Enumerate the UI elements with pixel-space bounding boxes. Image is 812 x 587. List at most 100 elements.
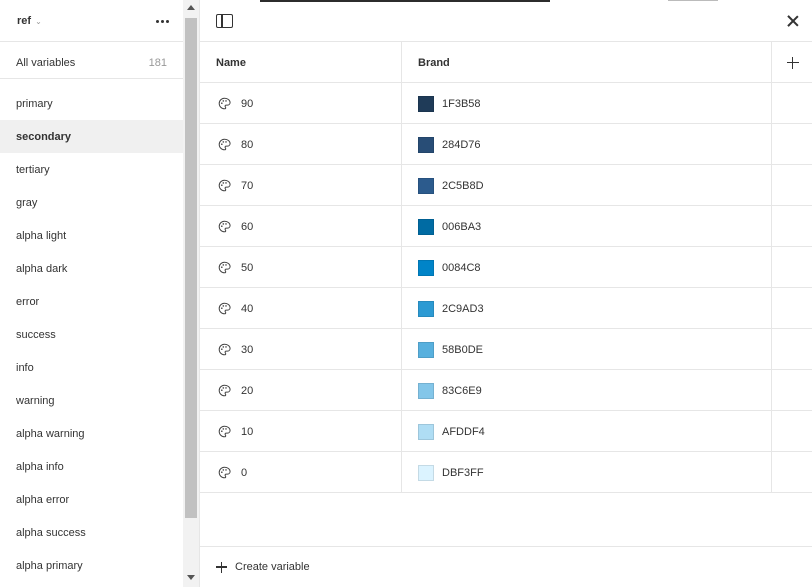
sidebar-item-group[interactable]: alpha success <box>0 516 183 549</box>
empty-cell <box>772 83 812 124</box>
variable-name-cell[interactable]: 0 <box>200 452 402 493</box>
color-swatch[interactable] <box>418 136 434 153</box>
hex-value: DBF3FF <box>442 466 484 479</box>
variable-name-cell[interactable]: 90 <box>200 83 402 124</box>
table-row[interactable]: 60 006BA3 <box>200 206 812 247</box>
sidebar-item-group[interactable]: alpha warning <box>0 417 183 450</box>
color-swatch[interactable] <box>418 95 434 112</box>
variable-value-cell[interactable]: 284D76 <box>402 124 772 165</box>
sidebar-item-group[interactable]: alpha error <box>0 483 183 516</box>
chevron-down-icon: ⌄ <box>35 16 42 26</box>
sidebar-item-group[interactable]: alpha light <box>0 219 183 252</box>
sidebar-item-group[interactable]: alpha info <box>0 450 183 483</box>
sidebar-item-group[interactable]: error <box>0 285 183 318</box>
palette-icon <box>218 261 231 274</box>
color-swatch[interactable] <box>418 300 434 317</box>
table-header-row: Name Brand <box>200 42 812 83</box>
hex-value: AFDDF4 <box>442 425 485 438</box>
variable-name: 50 <box>241 261 254 274</box>
panel-footer: Create variable <box>200 546 812 587</box>
variable-name: 60 <box>241 220 254 233</box>
variable-name-cell[interactable]: 30 <box>200 329 402 370</box>
sidebar-item-group[interactable]: alpha dark <box>0 252 183 285</box>
collection-name: ref <box>17 15 32 27</box>
all-variables-count: 181 <box>148 56 167 69</box>
color-swatch[interactable] <box>418 341 434 358</box>
table-row[interactable]: 20 83C6E9 <box>200 370 812 411</box>
variable-value-cell[interactable]: AFDDF4 <box>402 411 772 452</box>
close-icon[interactable] <box>785 13 801 29</box>
palette-icon <box>218 466 231 479</box>
variable-value-cell[interactable]: 006BA3 <box>402 206 772 247</box>
table-row[interactable]: 90 1F3B58 <box>200 83 812 124</box>
hex-value: 006BA3 <box>442 220 482 233</box>
group-list: primary secondary tertiary gray alpha light a… <box>0 87 183 582</box>
color-swatch[interactable] <box>418 382 434 399</box>
name-column-header: Name <box>200 42 402 83</box>
variables-panel: Name Brand 90 1F3B58 80 284D76 70 2C5B8D 60 006… <box>199 0 812 587</box>
palette-icon <box>218 343 231 356</box>
sidebar-toggle-icon[interactable] <box>216 14 233 28</box>
variable-value-cell[interactable]: DBF3FF <box>402 452 772 493</box>
variable-name-cell[interactable]: 50 <box>200 247 402 288</box>
variable-value-cell[interactable]: 2C9AD3 <box>402 288 772 329</box>
color-swatch[interactable] <box>418 259 434 276</box>
variable-name-cell[interactable]: 10 <box>200 411 402 452</box>
hex-value: 284D76 <box>442 138 481 151</box>
empty-cell <box>772 329 812 370</box>
table-row[interactable]: 40 2C9AD3 <box>200 288 812 329</box>
hex-value: 83C6E9 <box>442 384 482 397</box>
table-row[interactable]: 70 2C5B8D <box>200 165 812 206</box>
scroll-up-arrow-icon[interactable] <box>187 5 195 10</box>
variable-value-cell[interactable]: 1F3B58 <box>402 83 772 124</box>
hex-value: 2C9AD3 <box>442 302 484 315</box>
collection-selector[interactable]: ref ⌄ <box>17 15 42 27</box>
sidebar-header: ref ⌄ <box>0 0 183 42</box>
empty-cell <box>772 288 812 329</box>
variable-value-cell[interactable]: 58B0DE <box>402 329 772 370</box>
more-icon[interactable] <box>151 13 173 29</box>
sidebar-item-group[interactable]: tertiary <box>0 153 183 186</box>
variable-name: 10 <box>241 425 254 438</box>
sidebar-item-group[interactable]: info <box>0 351 183 384</box>
table-row[interactable]: 30 58B0DE <box>200 329 812 370</box>
variable-name-cell[interactable]: 70 <box>200 165 402 206</box>
palette-icon <box>218 384 231 397</box>
color-swatch[interactable] <box>418 218 434 235</box>
sidebar-scrollbar[interactable] <box>183 0 199 587</box>
hex-value: 58B0DE <box>442 343 483 356</box>
variable-value-cell[interactable]: 0084C8 <box>402 247 772 288</box>
add-mode-button[interactable] <box>772 42 812 83</box>
sidebar-item-group[interactable]: gray <box>0 186 183 219</box>
sidebar-item-group[interactable]: secondary <box>0 120 183 153</box>
mode-column-header[interactable]: Brand <box>402 42 772 83</box>
color-swatch[interactable] <box>418 177 434 194</box>
create-variable-button[interactable]: Create variable <box>216 561 310 573</box>
scroll-down-arrow-icon[interactable] <box>187 575 195 580</box>
variable-name-cell[interactable]: 40 <box>200 288 402 329</box>
color-swatch[interactable] <box>418 423 434 440</box>
table-row[interactable]: 0 DBF3FF <box>200 452 812 493</box>
sidebar-item-group[interactable]: primary <box>0 87 183 120</box>
table-row[interactable]: 50 0084C8 <box>200 247 812 288</box>
plus-icon[interactable] <box>786 56 799 69</box>
sidebar-item-all-variables[interactable]: All variables 181 <box>0 47 183 79</box>
color-swatch[interactable] <box>418 464 434 481</box>
sidebar-item-group[interactable]: alpha primary <box>0 549 183 582</box>
variable-value-cell[interactable]: 2C5B8D <box>402 165 772 206</box>
variable-name: 90 <box>241 97 254 110</box>
variable-name-cell[interactable]: 20 <box>200 370 402 411</box>
variable-name-cell[interactable]: 80 <box>200 124 402 165</box>
panel-header <box>200 0 812 42</box>
empty-cell <box>772 452 812 493</box>
variable-name: 80 <box>241 138 254 151</box>
table-row[interactable]: 10 AFDDF4 <box>200 411 812 452</box>
sidebar-item-group[interactable]: success <box>0 318 183 351</box>
scrollbar-thumb[interactable] <box>185 18 197 518</box>
table-row[interactable]: 80 284D76 <box>200 124 812 165</box>
palette-icon <box>218 302 231 315</box>
sidebar-item-group[interactable]: warning <box>0 384 183 417</box>
variable-name-cell[interactable]: 60 <box>200 206 402 247</box>
empty-cell <box>772 370 812 411</box>
variable-value-cell[interactable]: 83C6E9 <box>402 370 772 411</box>
